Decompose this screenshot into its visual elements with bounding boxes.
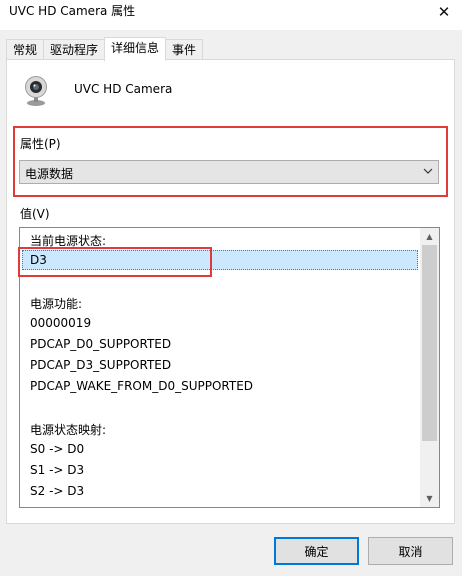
device-name: UVC HD Camera	[74, 82, 173, 96]
tab-label: 事件	[172, 43, 197, 57]
list-item[interactable]: S1 -> D3	[30, 463, 84, 477]
list-item[interactable]: S2 -> D3	[30, 484, 84, 498]
value-label: 值(V)	[20, 207, 50, 221]
scrollbar-thumb[interactable]	[422, 245, 437, 441]
scroll-down-icon[interactable]: ▼	[420, 490, 439, 507]
cancel-button[interactable]: 取消	[368, 537, 453, 565]
tab-details[interactable]: 详细信息	[104, 37, 167, 61]
highlight-box-value	[18, 247, 212, 277]
tab-strip: 常规 驱动程序 详细信息 事件	[6, 37, 204, 61]
tab-driver[interactable]: 驱动程序	[43, 39, 106, 61]
close-button[interactable]: ✕	[426, 0, 462, 24]
tab-events[interactable]: 事件	[165, 39, 204, 61]
webcam-icon	[25, 76, 47, 106]
ok-button[interactable]: 确定	[274, 537, 359, 565]
list-item[interactable]: PDCAP_WAKE_FROM_D0_SUPPORTED	[30, 379, 253, 393]
list-item[interactable]: S0 -> D0	[30, 442, 84, 456]
scroll-up-icon[interactable]: ▲	[420, 228, 439, 245]
list-item[interactable]: 电源功能:	[30, 295, 82, 312]
list-item[interactable]: 电源状态映射:	[30, 421, 106, 438]
vertical-scrollbar[interactable]: ▲ ▼	[420, 228, 439, 507]
highlight-box-property	[13, 126, 448, 197]
tab-label: 驱动程序	[50, 43, 99, 57]
tab-label: 详细信息	[111, 41, 160, 55]
title-bar: UVC HD Camera 属性 ✕	[0, 0, 462, 30]
list-item[interactable]: PDCAP_D0_SUPPORTED	[30, 337, 171, 351]
list-item[interactable]: 00000019	[30, 316, 91, 330]
window-title: UVC HD Camera 属性	[9, 4, 136, 18]
cancel-button-label: 取消	[398, 544, 423, 559]
tab-general[interactable]: 常规	[6, 39, 45, 61]
close-icon: ✕	[437, 3, 451, 21]
tab-label: 常规	[13, 43, 38, 57]
list-item[interactable]: PDCAP_D3_SUPPORTED	[30, 358, 171, 372]
ok-button-label: 确定	[304, 544, 329, 559]
